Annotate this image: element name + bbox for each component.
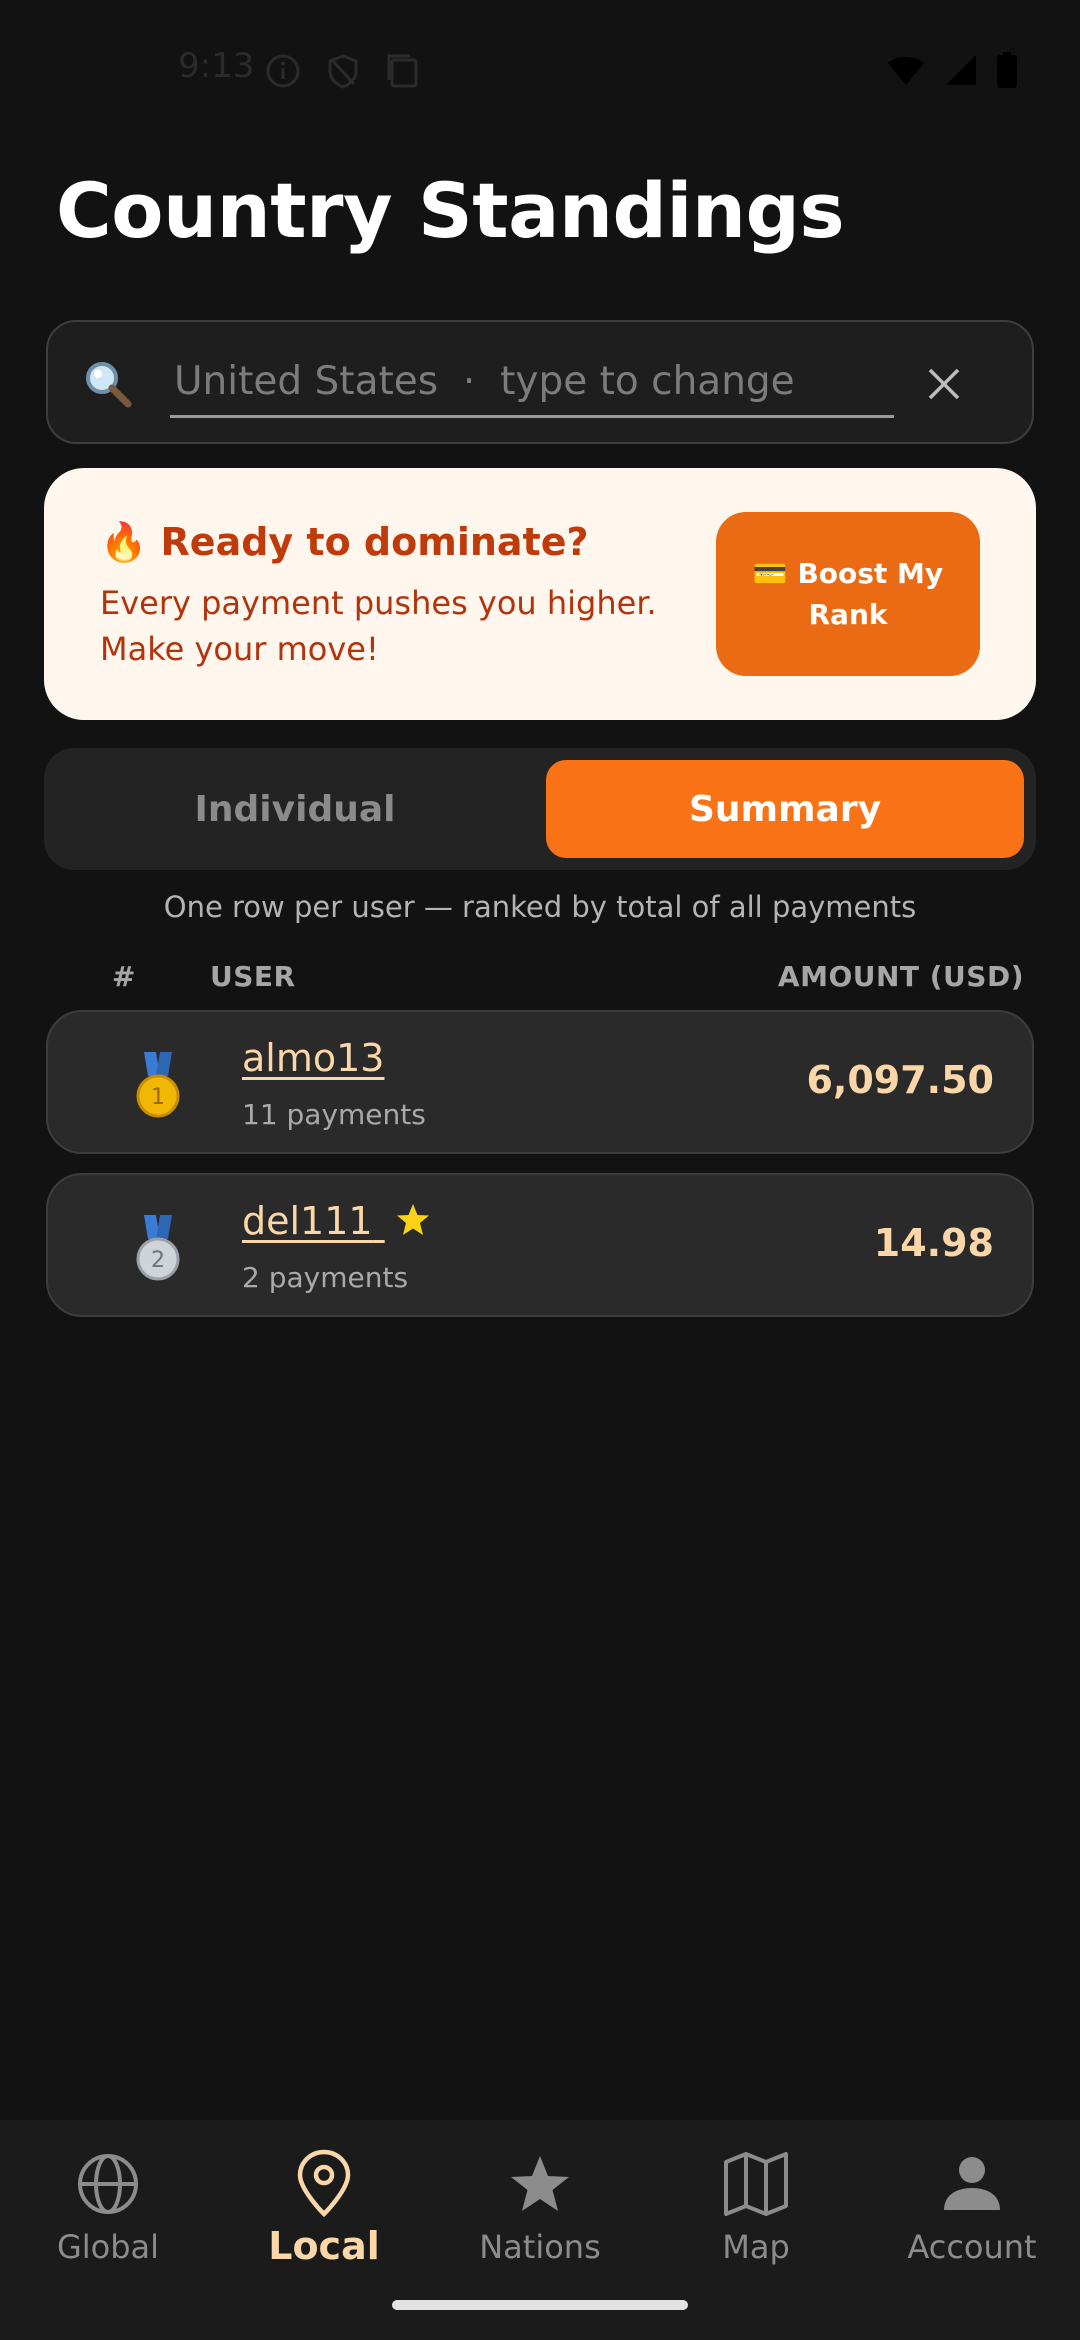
home-indicator[interactable] [392, 2300, 688, 2310]
close-icon[interactable] [922, 362, 966, 406]
header-user: USER [210, 960, 296, 993]
promo-card: 🔥 Ready to dominate? Every payment pushe… [44, 468, 1036, 720]
nav-local[interactable]: Local [216, 2142, 432, 2292]
nav-nations[interactable]: Nations [432, 2142, 648, 2292]
header-amount: AMOUNT (USD) [777, 960, 1024, 993]
nav-label: Map [722, 2228, 790, 2266]
status-icons-right [886, 52, 1018, 88]
user-link[interactable]: almo13 [242, 1036, 384, 1080]
wifi-icon [888, 57, 924, 85]
user-name[interactable]: del111 [242, 1199, 373, 1243]
tab-individual[interactable]: Individual [56, 760, 534, 858]
user-name[interactable]: almo13 [242, 1036, 384, 1080]
battery-icon [997, 52, 1017, 88]
country-search-input[interactable] [170, 348, 894, 418]
nav-account[interactable]: Account [864, 2142, 1080, 2292]
header-rank: # [112, 960, 136, 993]
location-pin-icon [297, 2149, 351, 2218]
status-time: 9:13 [178, 46, 255, 86]
nav-label: Local [268, 2224, 380, 2268]
screen: 9:13 Country Standings United States · t… [0, 0, 1080, 2340]
star-icon [511, 2156, 569, 2211]
status-icons-left [264, 52, 422, 90]
promo-title: 🔥 Ready to dominate? [100, 520, 589, 564]
silver-medal-icon: 2 [136, 1215, 180, 1281]
page-title: Country Standings [56, 166, 845, 255]
globe-icon [78, 2154, 138, 2214]
table-row: 1 almo13 11 payments 6,097.50 [46, 1010, 1034, 1154]
amount-value: 14.98 [873, 1221, 994, 1265]
star-icon [396, 1203, 429, 1235]
person-icon [944, 2157, 1000, 2210]
nav-label: Account [907, 2228, 1037, 2266]
map-icon [724, 2152, 788, 2216]
promo-description: Every payment pushes you higher. Make yo… [100, 584, 657, 668]
svg-text:2: 2 [151, 1248, 165, 1273]
cell-signal-icon [946, 55, 976, 85]
shield-icon [328, 54, 358, 89]
user-link[interactable]: del111 [242, 1199, 431, 1243]
payment-count: 11 payments [242, 1098, 426, 1131]
nav-global[interactable]: Global [0, 2142, 216, 2292]
search-icon [86, 362, 132, 408]
gold-medal-icon: 1 [136, 1052, 180, 1118]
ranking-subtitle: One row per user — ranked by total of al… [163, 890, 917, 924]
svg-text:1: 1 [151, 1085, 165, 1110]
status-bar: 9:13 [0, 0, 1080, 140]
amount-value: 6,097.50 [806, 1058, 994, 1102]
info-icon [266, 54, 300, 88]
tab-summary[interactable]: Summary [546, 760, 1024, 858]
nav-label: Nations [479, 2228, 601, 2266]
view-toggle: Individual Summary [44, 748, 1036, 870]
payment-count: 2 payments [242, 1261, 409, 1294]
nav-map[interactable]: Map [648, 2142, 864, 2292]
table-header: # USER AMOUNT (USD) [0, 960, 1080, 1000]
nav-label: Global [56, 2228, 160, 2266]
country-search [46, 320, 1034, 444]
boost-my-rank-button[interactable]: 💳 Boost My Rank [716, 512, 980, 676]
table-row: 2 del111 2 payments 14.98 [46, 1173, 1034, 1317]
copy-icon [387, 54, 418, 88]
